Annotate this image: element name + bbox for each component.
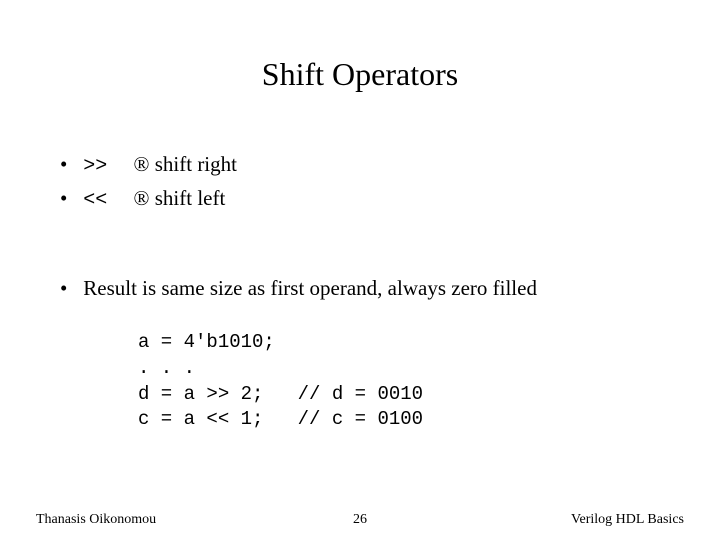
arrow-icon: ® [134, 152, 150, 176]
code-line: a = 4'b1010; [138, 331, 275, 353]
bullet-shift-left: • << ® shift left [60, 184, 680, 214]
slide: Shift Operators • >> ® shift right • << … [0, 0, 720, 540]
vertical-gap [60, 218, 680, 274]
code-line: c = a << 1; // c = 0100 [138, 408, 423, 430]
bullet-dot: • [60, 150, 78, 178]
spacer [113, 186, 129, 210]
footer-topic: Verilog HDL Basics [571, 512, 684, 528]
code-line: . . . [138, 357, 195, 379]
slide-title: Shift Operators [0, 56, 720, 93]
bullet-text: shift left [155, 186, 226, 210]
operator-symbol: >> [83, 155, 107, 178]
bullet-dot: • [60, 184, 78, 212]
spacer [113, 152, 129, 176]
bullet-result-note: • Result is same size as first operand, … [60, 274, 680, 302]
bullet-dot: • [60, 274, 78, 302]
slide-body: • >> ® shift right • << ® shift left • R… [60, 150, 680, 433]
code-example: a = 4'b1010; . . . d = a >> 2; // d = 00… [138, 330, 680, 433]
bullet-shift-right: • >> ® shift right [60, 150, 680, 180]
bullet-text: Result is same size as first operand, al… [83, 276, 537, 300]
operator-symbol: << [83, 189, 107, 212]
bullet-text: shift right [155, 152, 237, 176]
arrow-icon: ® [134, 186, 150, 210]
code-line: d = a >> 2; // d = 0010 [138, 383, 423, 405]
